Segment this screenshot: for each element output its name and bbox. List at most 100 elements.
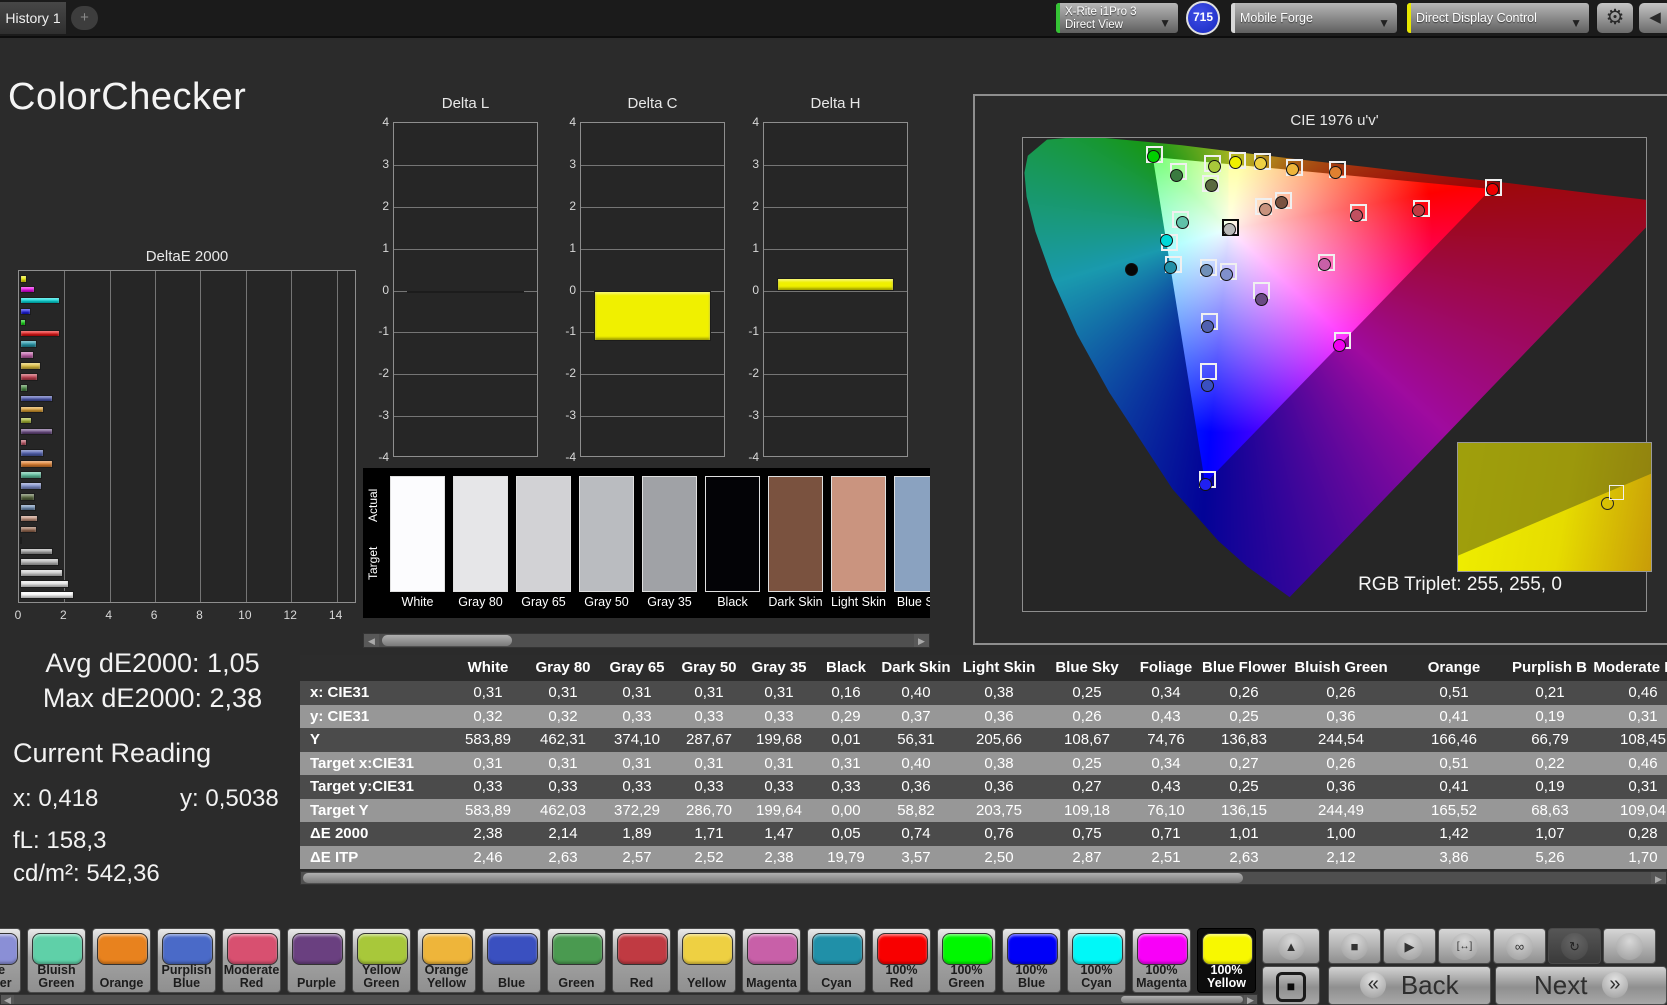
pattern-window-button[interactable]: ■ — [1262, 966, 1320, 1005]
play-button[interactable]: ▶ — [1383, 928, 1436, 964]
table-cell: 1,89 — [622, 825, 652, 842]
page-title: ColorChecker — [8, 76, 247, 118]
pattern-button-yellow[interactable]: Yellow — [677, 928, 736, 993]
add-tab-button[interactable]: + — [71, 6, 98, 30]
table-cell: Blue Sky — [1055, 659, 1119, 676]
table-cell: 109,04 — [1620, 801, 1666, 819]
collapse-panel-button[interactable]: ◀ — [1638, 2, 1667, 34]
table-cell: 0,26 — [1326, 754, 1356, 772]
table-cell: 74,76 — [1147, 731, 1185, 748]
axis-tick-label: 1 — [569, 240, 576, 255]
swatch-gray-35 — [642, 476, 697, 592]
table-cell: 0,26 — [1072, 707, 1102, 725]
step-button[interactable]: [↔] — [1438, 928, 1491, 964]
pattern-scrollbar[interactable]: ◀ ▶ — [0, 994, 1258, 1005]
cie-1976-panel: CIE 1976 u'v' 0,550,50,450,40,350,30,250… — [973, 94, 1667, 645]
pattern-button-blue[interactable]: Blue — [482, 928, 541, 993]
pattern-swatch — [747, 933, 798, 965]
table-cell: 0,31 — [622, 684, 652, 701]
chevron-down-icon: ▼ — [1378, 16, 1390, 30]
meter-count-badge[interactable]: 715 — [1186, 1, 1220, 35]
refresh-button[interactable]: ↻ — [1548, 928, 1601, 964]
table-cell: 2,12 — [1326, 848, 1356, 866]
axis-tick-label: 4 — [382, 115, 389, 129]
scroll-left-icon[interactable]: ◀ — [364, 634, 379, 647]
scroll-right-icon[interactable]: ▶ — [914, 634, 929, 647]
pattern-button-moderate-red[interactable]: Moderate Red — [222, 928, 281, 993]
table-cell: 3,86 — [1439, 848, 1469, 866]
actual-label: Actual — [366, 488, 380, 522]
axis-tick-label: -2 — [378, 366, 389, 381]
table-scrollbar[interactable]: ▶ — [300, 871, 1667, 885]
scroll-left-icon[interactable]: ◀ — [1, 995, 14, 1005]
back-button[interactable]: « Back — [1328, 966, 1491, 1005]
table-row: x: CIE31 0,31 0,31 0,31 0,31 0,31 0,16 0,40 0,38… — [300, 681, 1667, 705]
pattern-button-100-blue[interactable]: 100% Blue — [1002, 928, 1061, 993]
gridline — [291, 271, 293, 602]
pattern-button-purple[interactable]: Purple — [287, 928, 346, 993]
collapse-toolbar-button[interactable]: ▲ — [1262, 928, 1320, 964]
pattern-swatch — [552, 933, 603, 965]
patch-zoom-inset — [1457, 442, 1652, 572]
row-label — [300, 655, 450, 681]
pattern-button-orange-yellow[interactable]: Orange Yellow — [417, 928, 476, 993]
table-cell: 76,10 — [1147, 801, 1185, 819]
pattern-swatch — [227, 933, 278, 965]
swatch-label: Light Skin — [831, 595, 886, 609]
next-button[interactable]: Next » — [1495, 966, 1667, 1005]
record-button[interactable] — [1603, 928, 1656, 964]
measured-point-green — [1169, 168, 1183, 182]
pattern-button-100-red[interactable]: 100% Red — [872, 928, 931, 993]
pattern-button-purplish-blue[interactable]: Purplish Blue — [157, 928, 216, 993]
pattern-button-blue-flower[interactable]: Blue Flower — [0, 928, 21, 993]
tab-history-1[interactable]: History 1 — [0, 2, 66, 34]
table-cell: 19,79 — [827, 848, 865, 866]
pattern-button-orange[interactable]: Orange — [92, 928, 151, 993]
source-dropdown[interactable]: Mobile Forge ▼ — [1230, 2, 1398, 34]
pattern-label: Cyan — [821, 976, 852, 990]
pattern-button-magenta[interactable]: Magenta — [742, 928, 801, 993]
scrollbar-thumb[interactable] — [303, 873, 1243, 883]
loop-button[interactable]: ∞ — [1493, 928, 1546, 964]
table-cell: 462,03 — [540, 801, 586, 819]
pattern-button-100-green[interactable]: 100% Green — [937, 928, 996, 993]
table-cell: 0,33 — [764, 707, 794, 725]
swatch-label: Gray 80 — [458, 595, 503, 609]
stop-button[interactable]: ■ — [1328, 928, 1381, 964]
scroll-right-icon[interactable]: ▶ — [1651, 872, 1666, 884]
scroll-right-icon[interactable]: ▶ — [1244, 995, 1257, 1005]
table-cell: 66,79 — [1531, 731, 1569, 748]
swatch-label: Gray 35 — [647, 595, 692, 609]
workflow-accent-stripe — [1407, 3, 1411, 33]
swatch-scrollbar[interactable]: ◀ ▶ — [363, 633, 930, 648]
axis-tick-label: -4 — [565, 450, 576, 464]
pattern-button-green[interactable]: Green — [547, 928, 606, 993]
pattern-swatch — [877, 933, 928, 965]
scrollbar-thumb[interactable] — [382, 635, 512, 646]
pattern-button-100-magenta[interactable]: 100% Magenta — [1132, 928, 1191, 993]
axis-tick-label: 4 — [569, 115, 576, 129]
settings-button[interactable]: ⚙ — [1596, 2, 1634, 34]
delta-bar — [594, 290, 711, 341]
pattern-button-100-yellow[interactable]: 100% Yellow — [1197, 928, 1256, 993]
pattern-label: Orange Yellow — [424, 963, 469, 990]
axis-tick-label: 14 — [328, 608, 343, 622]
pattern-button-red[interactable]: Red — [612, 928, 671, 993]
workflow-dropdown[interactable]: Direct Display Control ▼ — [1406, 2, 1590, 34]
pattern-button-cyan[interactable]: Cyan — [807, 928, 866, 993]
pattern-label: 100% Green — [948, 963, 985, 990]
scrollbar-thumb[interactable] — [1121, 996, 1243, 1003]
pattern-button-yellow-green[interactable]: Yellow Green — [352, 928, 411, 993]
table-cell: 165,52 — [1431, 801, 1477, 819]
table-cell: 374,10 — [614, 731, 660, 748]
chevron-left-icon: ◀ — [1649, 9, 1661, 26]
pattern-button-bluish-green[interactable]: Bluish Green — [27, 928, 86, 993]
meter-dropdown[interactable]: X-Rite i1Pro 3 Direct View ▼ — [1055, 2, 1179, 34]
table-cell: 1,70 — [1628, 848, 1658, 866]
pattern-button-100-cyan[interactable]: 100% Cyan — [1067, 928, 1126, 993]
table-cell: 58,82 — [897, 801, 935, 819]
table-cell: 199,64 — [756, 801, 802, 819]
row-label: Y — [310, 731, 321, 748]
table-cell: 3,57 — [901, 848, 931, 866]
table-cell: 205,66 — [976, 731, 1022, 748]
